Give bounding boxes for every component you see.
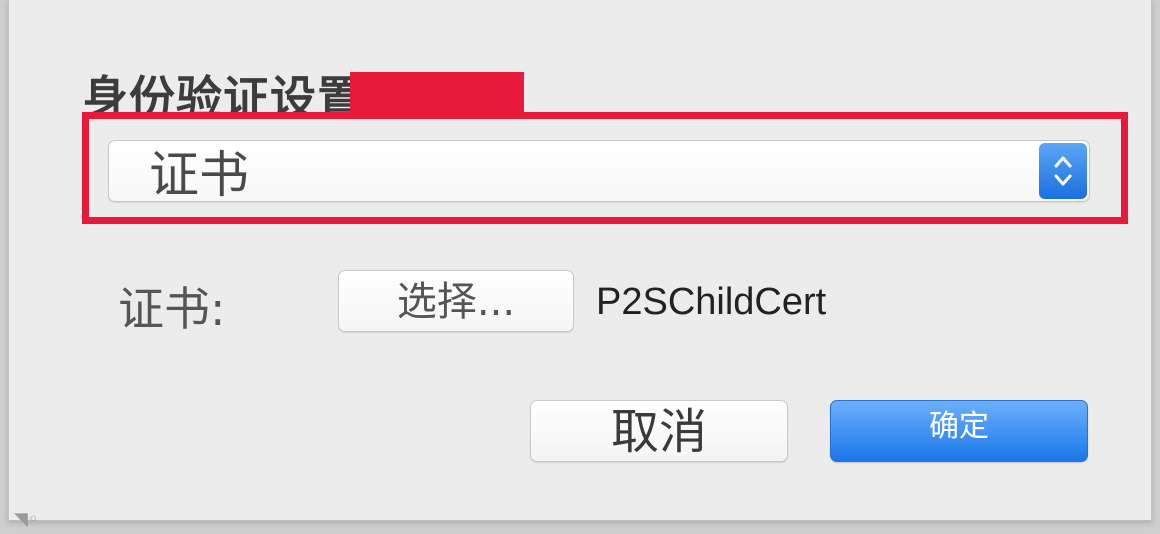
auth-method-value: 证书 [149,146,249,204]
chevron-up-down-icon[interactable] [1039,143,1087,199]
choose-certificate-button[interactable]: 选择... [338,270,574,332]
auth-method-select[interactable]: 证书 [108,140,1090,204]
highlight-tab-marker [350,72,524,114]
selected-certificate-name: P2SChildCert [596,281,827,323]
partial-edge-chevron-icon: ◥◦ [14,509,39,530]
certificate-label: 证书: [118,282,226,336]
ok-button[interactable]: 确定 [830,400,1088,462]
screenshot-stage: ◥◦ 身份验证设置: 证书 证书: 选择... P2SChildCert 取消 … [0,0,1160,534]
cancel-button[interactable]: 取消 [530,400,788,462]
